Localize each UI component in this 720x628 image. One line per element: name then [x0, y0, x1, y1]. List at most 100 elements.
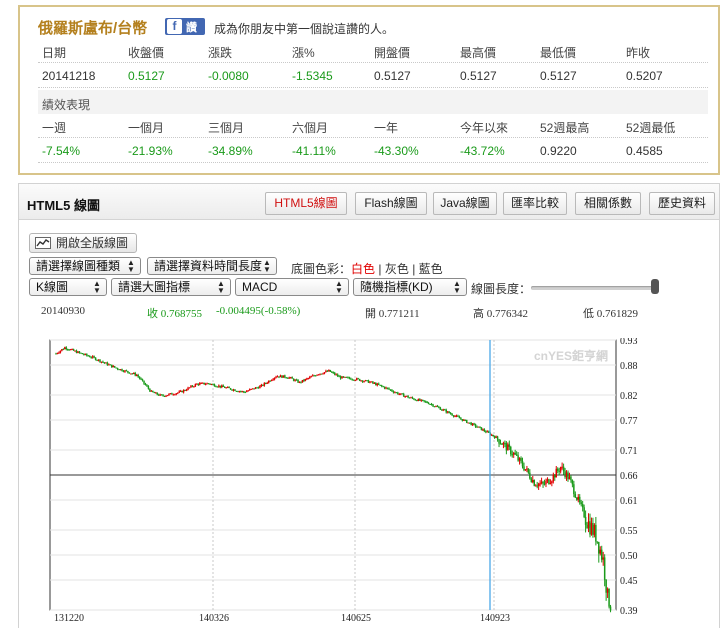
period-select[interactable]: 請選擇資料時間長度 ▲ ▼: [147, 257, 277, 275]
candle-body: [461, 419, 464, 421]
candle-body: [322, 373, 324, 375]
candle-body: [446, 411, 449, 413]
chart-length-slider-knob[interactable]: [651, 279, 659, 294]
candle-body: [100, 361, 103, 363]
candle-body: [87, 355, 90, 357]
candle-body: [304, 379, 307, 381]
candle-body: [177, 392, 179, 394]
info-high: 高 0.776342: [473, 308, 528, 320]
candle-body: [240, 391, 242, 393]
candle-body: [137, 375, 139, 377]
candle-body: [160, 394, 163, 396]
candle-body: [445, 409, 447, 413]
candle-body: [146, 385, 148, 387]
candle-body: [473, 423, 475, 425]
candle-body: [458, 416, 461, 419]
y-tick-label: 0.50: [620, 551, 638, 562]
k-chart-select[interactable]: K線圖 ▲ ▼: [29, 278, 107, 296]
candle-body: [559, 467, 562, 472]
candle-body: [203, 382, 205, 385]
quote-close: 0.5127: [128, 69, 165, 83]
candle-body: [90, 357, 92, 359]
candle-body: [109, 364, 112, 366]
facebook-like-button[interactable]: f 讚: [165, 18, 205, 35]
candle-body: [61, 349, 63, 351]
tab-rate-compare[interactable]: 匯率比較: [503, 192, 567, 215]
quote-date: 20141218: [42, 69, 96, 83]
candle-body: [510, 446, 512, 455]
candle-body: [552, 474, 555, 482]
candle-body: [99, 359, 101, 363]
candle-body: [59, 350, 62, 353]
tab-correlation[interactable]: 相關係數: [575, 192, 641, 215]
candle-body: [395, 392, 398, 394]
candle-body: [548, 479, 550, 484]
candle-body: [499, 443, 502, 445]
watermark-text: cnYES鉅亨網: [534, 348, 608, 363]
tab-java-chart[interactable]: Java線圖: [433, 192, 497, 215]
candle-body: [382, 386, 384, 388]
candle-body: [373, 382, 376, 384]
bg-gray-option[interactable]: 灰色: [385, 262, 409, 276]
candle-body: [515, 454, 518, 456]
chart-type-select[interactable]: 請選擇線圖種類 ▲ ▼: [29, 257, 141, 275]
kd-select[interactable]: 隨機指標(KD) ▲ ▼: [353, 278, 467, 296]
candle-body: [422, 399, 424, 401]
candle-body: [432, 404, 434, 407]
tab-flash-chart[interactable]: Flash線圖: [355, 192, 427, 215]
candle-body: [483, 429, 486, 432]
candle-body: [231, 389, 233, 391]
candle-body: [342, 376, 345, 378]
candle-body: [413, 398, 415, 400]
chart-panel-title: HTML5 線圖: [27, 198, 100, 213]
chart-length-label: 線圖長度：: [471, 282, 532, 296]
candle-body: [567, 472, 569, 480]
candle-body: [495, 436, 497, 438]
candle-body: [269, 380, 271, 382]
candle-body: [376, 383, 379, 386]
candle-body: [314, 375, 317, 377]
main-indicator-select[interactable]: 請選大圖指標 ▲ ▼: [111, 278, 231, 296]
candle-body: [96, 360, 98, 362]
candle-body: [369, 381, 371, 383]
chart-length-slider-track[interactable]: [531, 286, 659, 290]
candlestick-chart[interactable]: 0.93 0.88 0.82 0.77 0.71 0.66 0.61 0.55 0.50 0.45…: [0, 338, 720, 628]
candle-body: [580, 502, 582, 505]
x-tick-label: 140326: [199, 613, 229, 624]
y-tick-label: 0.66: [620, 471, 638, 482]
candle-body: [86, 353, 88, 356]
candle-body: [592, 523, 594, 535]
candle-body: [399, 393, 402, 395]
candle-body: [551, 481, 553, 483]
perf-value: -7.54%: [42, 144, 81, 158]
candle-body: [169, 393, 172, 395]
candle-body: [545, 480, 547, 485]
macd-select[interactable]: MACD ▲ ▼: [235, 278, 349, 296]
perf-value: -41.11%: [292, 144, 336, 158]
candle-body: [147, 386, 150, 389]
bg-blue-option[interactable]: 藍色: [419, 262, 443, 276]
tab-history[interactable]: 歷史資料: [649, 192, 715, 215]
candle-body: [479, 426, 481, 428]
candle-body: [502, 442, 505, 445]
candle-body: [68, 349, 70, 351]
candle-body: [247, 390, 249, 392]
perf-value: -43.30%: [374, 144, 419, 158]
bg-white-option[interactable]: 白色: [351, 262, 375, 276]
candle-body: [135, 375, 138, 377]
candle-body: [600, 549, 603, 560]
open-full-chart-button[interactable]: 開啟全版線圖: [29, 233, 137, 253]
candle-body: [464, 419, 467, 421]
candle-body: [388, 388, 390, 390]
candle-body: [187, 387, 189, 390]
chart-icon: [35, 237, 51, 249]
candle-body: [225, 387, 227, 389]
candle-body: [426, 401, 428, 403]
candle-body: [474, 424, 477, 427]
candle-body: [339, 376, 342, 379]
header-cell: 今年以來: [460, 121, 509, 135]
candle-body: [174, 394, 176, 396]
tab-html5-chart[interactable]: HTML5線圖: [265, 192, 347, 215]
candle-body: [571, 480, 574, 485]
candle-body: [265, 382, 267, 384]
